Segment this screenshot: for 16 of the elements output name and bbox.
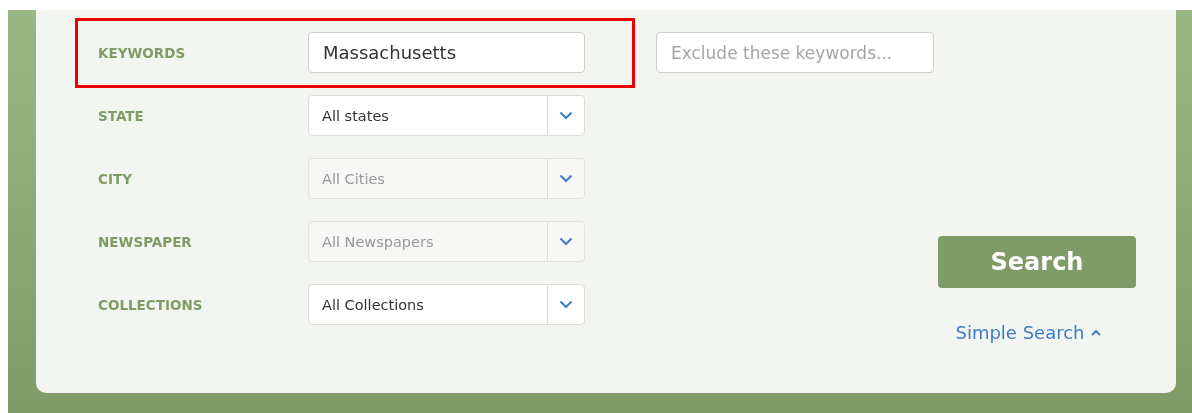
field-label: COLLECTIONS — [98, 296, 204, 313]
field-label: NEWSPAPER — [98, 233, 193, 250]
dropdown[interactable]: All Collections — [308, 284, 585, 325]
search-button[interactable]: Search — [938, 236, 1136, 288]
field-label: KEYWORDS — [98, 44, 187, 61]
field-label: CITY — [98, 170, 133, 187]
simple-search-link[interactable]: Simple Search — [955, 322, 1101, 343]
field-label: STATE — [98, 107, 145, 124]
exclude-field[interactable]: Exclude these keywords... — [656, 32, 934, 73]
dropdown[interactable]: All states — [308, 95, 585, 136]
keywords-field[interactable]: Massachusetts — [308, 32, 585, 73]
chevron-down-icon — [559, 300, 573, 309]
chevron-down-icon — [559, 237, 573, 246]
caret-up-icon — [1090, 329, 1101, 336]
chevron-down-icon — [559, 174, 573, 183]
chevron-down-icon — [559, 111, 573, 120]
